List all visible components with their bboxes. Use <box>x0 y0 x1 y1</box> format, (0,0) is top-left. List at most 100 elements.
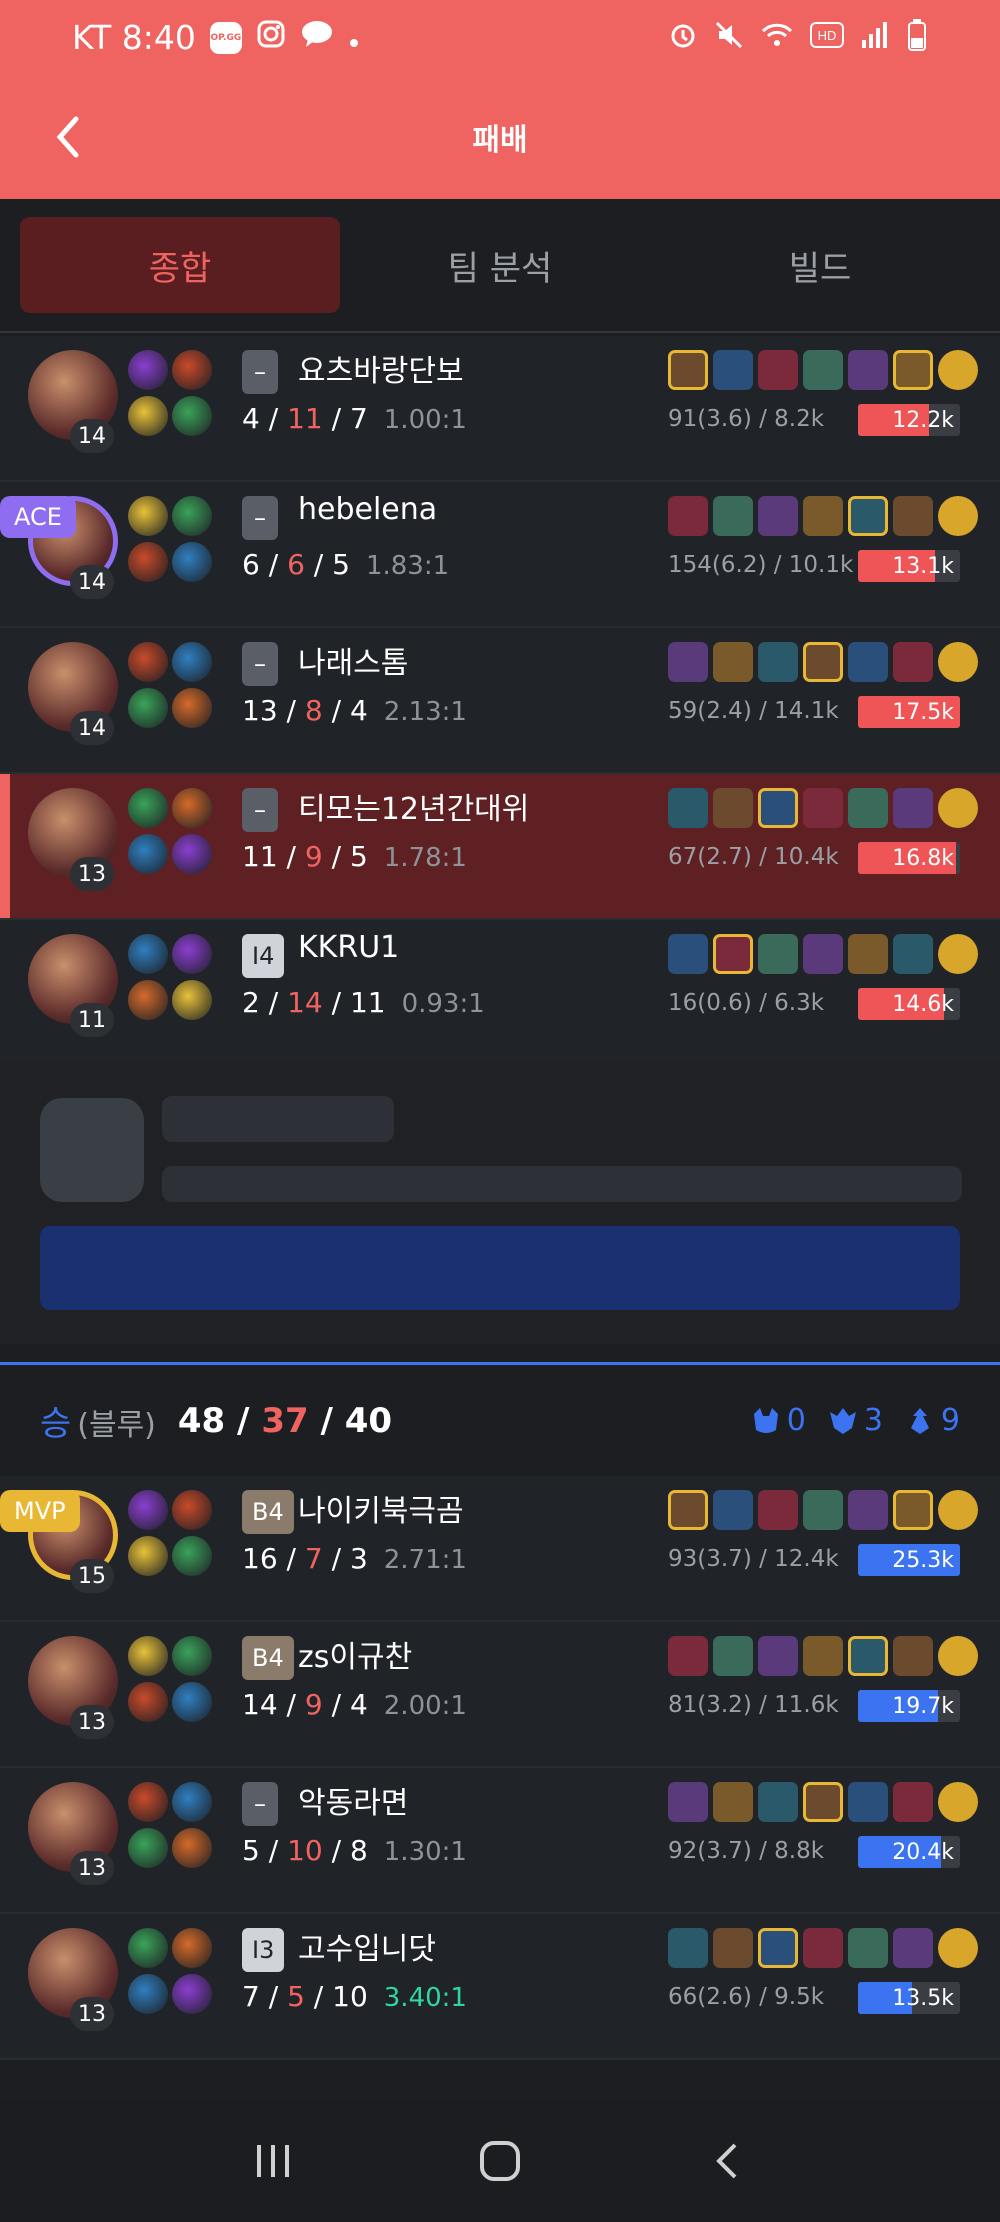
item-icon <box>713 788 753 828</box>
item-icon <box>668 1782 708 1822</box>
cs-gold: 67(2.7) / 10.4k <box>668 844 839 870</box>
kills: 4 <box>242 402 260 435</box>
rune-icon <box>172 496 212 536</box>
team-assists: 40 <box>344 1400 393 1441</box>
kills: 14 <box>242 1688 278 1721</box>
deaths: 9 <box>304 1688 323 1721</box>
assists: 11 <box>349 986 386 1019</box>
status-bar: KT 8:40 OP.GG HD <box>0 0 1000 75</box>
summoner-name[interactable]: 티모는12년간대위 <box>298 784 529 828</box>
summoner-spell-icon <box>128 396 168 436</box>
summoner-spell-icon <box>128 688 168 728</box>
item-icon <box>758 934 798 974</box>
item-slots <box>668 496 978 536</box>
deaths: 10 <box>287 1834 323 1867</box>
app-header: 패배 <box>0 75 1000 199</box>
kda-ratio: 2.13:1 <box>383 697 467 727</box>
item-icon <box>803 1782 843 1822</box>
summoner-spell-icon <box>128 496 168 536</box>
assists: 3 <box>349 1542 368 1575</box>
team-kda: 48 / 37 / 40 <box>177 1400 393 1441</box>
item-icon <box>848 642 888 682</box>
summoner-name[interactable]: zs이규찬 <box>298 1632 412 1676</box>
tab-build[interactable]: 빌드 <box>660 217 980 313</box>
tab-summary[interactable]: 종합 <box>20 217 340 313</box>
summoner-name[interactable]: 나이키북극곰 <box>298 1486 464 1530</box>
summoner-name[interactable]: 나래스톰 <box>298 638 408 682</box>
kda: 7 / 5 / 10 3.40:1 <box>242 1980 467 2013</box>
item-icon <box>668 1636 708 1676</box>
baron-icon <box>753 1407 778 1433</box>
item-slots <box>668 350 978 390</box>
item-icon <box>668 788 708 828</box>
item-icon <box>893 1490 933 1530</box>
item-icon <box>803 642 843 682</box>
damage-value: 17.5k <box>892 699 954 725</box>
recent-apps-icon <box>257 2145 290 2177</box>
item-slots <box>668 642 978 682</box>
item-icon <box>803 1636 843 1676</box>
rune-icon <box>172 1636 212 1676</box>
recent-apps-button[interactable] <box>241 2129 305 2193</box>
summoner-spell-icon <box>128 1636 168 1676</box>
player-row[interactable]: MVP 15 B4 나이키북극곰 16 / 7 / 3 2.71:1 93(3.7) / 1… <box>0 1476 1000 1622</box>
item-icon <box>713 496 753 536</box>
player-row[interactable]: 13 I3 고수입니닷 7 / 5 / 10 3.40:1 66(2.6) / 9.5k 1… <box>0 1914 1000 2060</box>
summoner-spell-icon <box>128 788 168 828</box>
winning-team-header: 승 (블루) 48 / 37 / 40 0 3 9 <box>0 1362 1000 1476</box>
trinket-icon <box>938 496 978 536</box>
assists: 7 <box>349 402 368 435</box>
summoner-name[interactable]: hebelena <box>298 492 437 527</box>
system-back-button[interactable] <box>695 2129 759 2193</box>
item-icon <box>893 642 933 682</box>
summoner-name[interactable]: 고수입니닷 <box>298 1924 436 1968</box>
objectives: 0 3 9 <box>751 1403 960 1438</box>
damage-bar: 13.5k <box>858 1982 960 2014</box>
tab-bar: 종합 팀 분석 빌드 <box>0 199 1000 333</box>
back-button[interactable] <box>48 107 88 167</box>
page-title: 패배 <box>472 123 528 158</box>
rune-icon <box>172 1682 212 1722</box>
summoner-name[interactable]: 악동라면 <box>298 1778 408 1822</box>
player-row[interactable]: 13– 티모는12년간대위 11 / 9 / 5 1.78:1 67(2.7) / 10… <box>0 774 1000 920</box>
item-icon <box>893 1782 933 1822</box>
summoner-name[interactable]: KKRU1 <box>298 930 399 965</box>
rune-icon <box>172 1782 212 1822</box>
player-row[interactable]: 13– 악동라면 5 / 10 / 8 1.30:1 92(3.7) / 8.8k 20.… <box>0 1768 1000 1914</box>
kda-ratio: 1.00:1 <box>383 405 467 435</box>
item-icon <box>848 1490 888 1530</box>
assists: 10 <box>332 1980 368 2013</box>
summoner-spell-icon <box>128 350 168 390</box>
summoner-spell-icon <box>128 834 168 874</box>
player-row[interactable]: 11 I4 KKRU1 2 / 14 / 11 0.93:1 16(0.6) / 6.3k… <box>0 920 1000 1066</box>
item-icon <box>713 1490 753 1530</box>
summoner-spell-icon <box>128 1490 168 1530</box>
battery-icon <box>906 18 928 58</box>
tower-value: 9 <box>940 1403 960 1438</box>
kda: 11 / 9 / 5 1.78:1 <box>242 840 467 873</box>
deaths: 5 <box>287 1980 305 2013</box>
dragon-icon <box>829 1407 856 1434</box>
home-button[interactable] <box>468 2129 532 2193</box>
player-row[interactable]: 14– 요츠바랑단보 4 / 11 / 7 1.00:1 91(3.6) / 8.2k 1… <box>0 336 1000 482</box>
player-row[interactable]: 13 B4 zs이규찬 14 / 9 / 4 2.00:1 81(3.2) / 11.6k… <box>0 1622 1000 1768</box>
ad-button-placeholder[interactable] <box>40 1226 960 1310</box>
player-row[interactable]: 14– 나래스톰 13 / 8 / 4 2.13:1 59(2.4) / 14.1k 17… <box>0 628 1000 774</box>
match-detail-screen: KT 8:40 OP.GG HD 패배 종합 팀 분석 빌드 14 – 요츠바랑… <box>0 0 1000 2222</box>
tab-team-analysis[interactable]: 팀 분석 <box>340 217 660 313</box>
item-slots <box>668 1928 978 1968</box>
player-row[interactable]: ACE 14– hebelena 6 / 6 / 5 1.83:1 154(6.2) / … <box>0 482 1000 628</box>
item-icon <box>668 1928 708 1968</box>
team-result-label: 승 <box>40 1404 72 1444</box>
summoner-name[interactable]: 요츠바랑단보 <box>298 346 464 390</box>
item-slots <box>668 1782 978 1822</box>
assists: 4 <box>349 1688 368 1721</box>
champion-level: 15 <box>70 1559 114 1593</box>
baron-count: 0 <box>751 1403 806 1438</box>
ad-title-placeholder <box>162 1096 394 1142</box>
assists: 5 <box>332 548 350 581</box>
tower-icon <box>910 1407 929 1434</box>
champion-level: 14 <box>70 565 114 599</box>
kills: 2 <box>242 986 260 1019</box>
rune-icon <box>172 1536 212 1576</box>
